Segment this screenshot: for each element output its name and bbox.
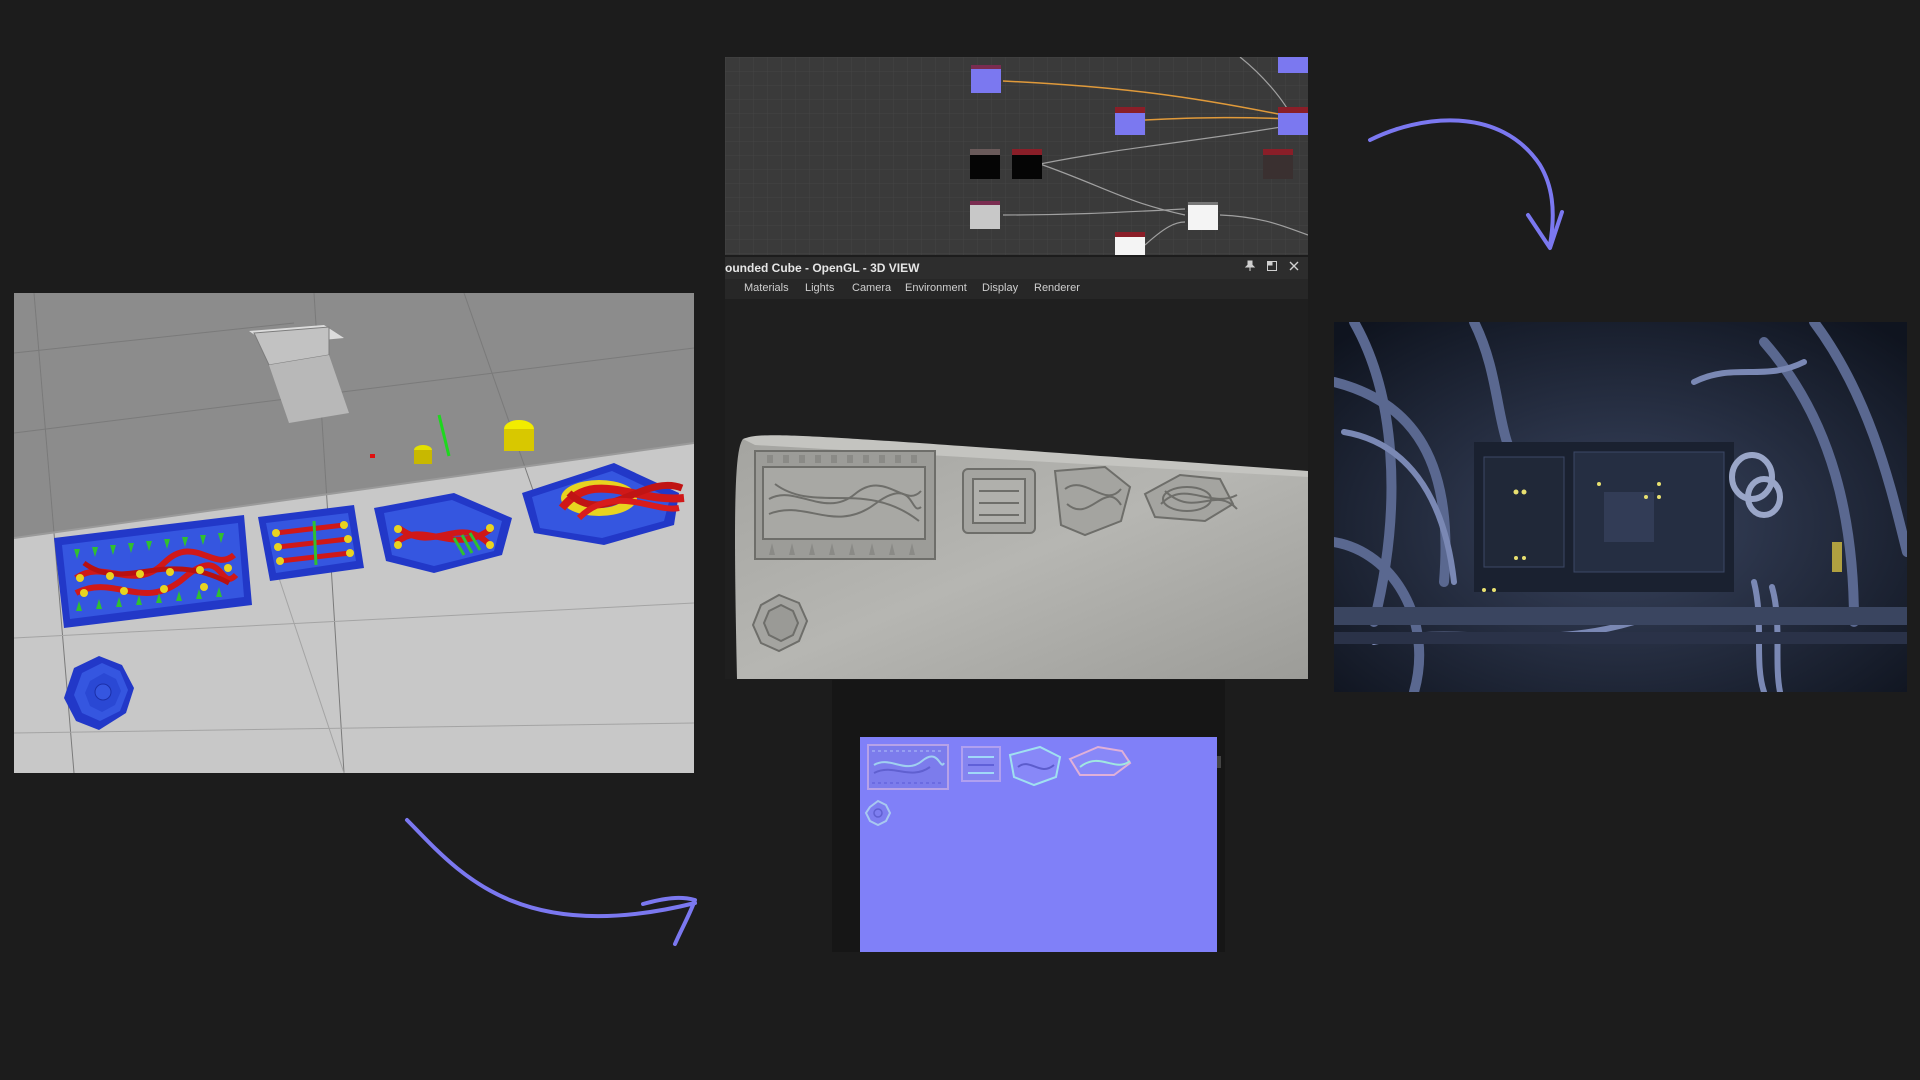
3d-viewport[interactable] xyxy=(725,299,1308,679)
node-black-1 xyxy=(970,149,1000,179)
board-medium xyxy=(258,505,364,581)
node-gray xyxy=(970,201,1000,229)
view-menubar: Materials Lights Camera Environment Disp… xyxy=(725,279,1308,299)
menu-lights[interactable]: Lights xyxy=(805,282,834,294)
node-purple-4 xyxy=(1278,107,1308,135)
normal-large-panel xyxy=(867,744,949,790)
node-purple-3 xyxy=(1278,57,1308,73)
emboss-square xyxy=(962,468,1036,534)
node-graph-editor[interactable] xyxy=(725,57,1308,255)
menu-materials[interactable]: Materials xyxy=(744,282,789,294)
window-title: ounded Cube - OpenGL - 3D VIEW xyxy=(725,261,920,275)
rounded-cube-render xyxy=(725,299,1308,679)
node-graph-canvas xyxy=(725,57,1308,255)
menu-environment[interactable]: Environment xyxy=(905,282,967,294)
pin-icon[interactable] xyxy=(1242,260,1258,276)
emboss-large-panel xyxy=(754,450,936,560)
normal-map-viewer[interactable] xyxy=(832,680,1225,952)
node-white-2 xyxy=(1115,232,1145,255)
arrow-curved-right-icon xyxy=(405,818,697,946)
node-white-1 xyxy=(1188,202,1218,230)
close-icon[interactable] xyxy=(1286,260,1302,276)
normal-map-texture xyxy=(860,737,1217,952)
node-purple-1 xyxy=(971,65,1001,93)
3d-view-window[interactable]: ounded Cube - OpenGL - 3D VIEW Materials… xyxy=(725,257,1308,679)
node-black-2 xyxy=(1012,149,1042,179)
node-dark-red xyxy=(1263,149,1293,179)
menu-renderer[interactable]: Renderer xyxy=(1034,282,1080,294)
maximize-icon[interactable] xyxy=(1264,260,1280,276)
modeling-scene xyxy=(14,293,694,773)
menu-camera[interactable]: Camera xyxy=(852,282,891,294)
menu-display[interactable]: Display xyxy=(982,282,1018,294)
arrow-curved-down-icon xyxy=(1368,118,1564,250)
modeling-viewport[interactable] xyxy=(14,293,694,773)
normal-shield xyxy=(1008,745,1062,787)
final-render xyxy=(1334,322,1907,692)
node-purple-2 xyxy=(1115,107,1145,135)
normal-square xyxy=(961,746,1001,782)
render-image xyxy=(1334,322,1907,692)
window-titlebar[interactable]: ounded Cube - OpenGL - 3D VIEW xyxy=(725,257,1308,279)
scrollbar-handle[interactable] xyxy=(1217,756,1221,768)
